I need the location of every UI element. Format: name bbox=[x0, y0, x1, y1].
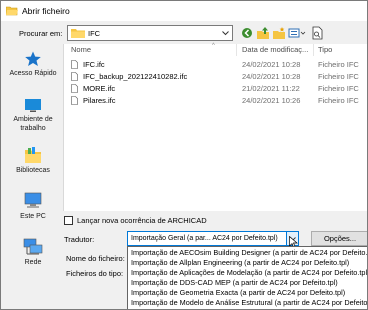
view-menu-icon[interactable] bbox=[288, 25, 306, 41]
file-name: Pilares.ifc bbox=[83, 96, 116, 105]
column-header-type[interactable]: Tipo bbox=[318, 45, 332, 54]
folder-icon bbox=[71, 29, 85, 38]
place-libraries[interactable]: Bibliotecas bbox=[4, 146, 62, 175]
column-header-date[interactable]: Data de modificaç... bbox=[242, 45, 308, 54]
place-label: Ambiente de trabalho bbox=[13, 116, 53, 132]
desktop-icon bbox=[25, 99, 41, 112]
places-bar: Acesso Rápido Ambiente de trabalho Bibli… bbox=[4, 45, 62, 282]
file-icon bbox=[71, 96, 78, 105]
place-quick-access[interactable]: Acesso Rápido bbox=[4, 51, 62, 78]
dropdown-item[interactable]: Importação de DDS-CAD MEP (a partir de A… bbox=[131, 278, 338, 287]
place-network[interactable]: Rede bbox=[4, 238, 62, 267]
file-row[interactable]: Pilares.ifc 24/02/2021 10:26 Ficheiro IF… bbox=[64, 95, 367, 106]
launch-new-instance-checkbox[interactable] bbox=[64, 216, 73, 225]
place-label: Bibliotecas bbox=[16, 167, 50, 174]
file-type: Ficheiro IFC bbox=[318, 60, 359, 69]
launch-new-instance-label: Lançar nova ocorrência de ARCHICAD bbox=[77, 216, 207, 225]
translator-dropdown-list[interactable]: Importação de AECOsim Building Designer … bbox=[127, 246, 367, 309]
up-folder-icon[interactable] bbox=[256, 25, 270, 41]
file-row[interactable]: MORE.ifc 21/02/2021 11:22 Ficheiro IFC bbox=[64, 83, 367, 94]
look-in-value: IFC bbox=[88, 29, 101, 38]
place-label: Rede bbox=[24, 259, 42, 266]
star-icon bbox=[25, 51, 41, 66]
place-label: Este PC bbox=[20, 213, 46, 220]
translator-value: Importação Geral (a par... AC24 por Defe… bbox=[131, 235, 278, 242]
file-row[interactable]: IFC.ifc 24/02/2021 10:28 Ficheiro IFC bbox=[64, 59, 367, 70]
network-icon bbox=[23, 238, 43, 255]
column-separator[interactable] bbox=[236, 44, 237, 56]
dropdown-item[interactable]: Importação de Allplan Engineering (a par… bbox=[131, 258, 349, 267]
back-icon[interactable] bbox=[240, 25, 254, 41]
file-type: Ficheiro IFC bbox=[318, 84, 359, 93]
computer-icon bbox=[24, 192, 42, 208]
file-date: 21/02/2021 11:22 bbox=[242, 84, 300, 93]
new-folder-icon[interactable] bbox=[272, 25, 286, 41]
file-icon bbox=[71, 60, 78, 69]
open-file-dialog: Abrir ficheiro Procurar em: IFC Acesso R… bbox=[0, 0, 368, 310]
file-list[interactable]: ^ Nome Data de modificaç... Tipo IFC.ifc… bbox=[63, 43, 367, 211]
dropdown-item[interactable]: Importação de Modelo de Análise Estrutur… bbox=[131, 298, 367, 307]
file-type-label: Ficheiros do tipo: bbox=[66, 269, 124, 278]
file-name-label: Nome do ficheiro: bbox=[66, 254, 125, 263]
place-this-pc[interactable]: Este PC bbox=[4, 192, 62, 221]
file-icon bbox=[71, 84, 78, 93]
place-label: Acesso Rápido bbox=[9, 70, 57, 77]
place-desktop[interactable]: Ambiente de trabalho bbox=[4, 97, 62, 133]
window-title: Abrir ficheiro bbox=[22, 6, 70, 16]
chevron-down-icon bbox=[222, 31, 229, 36]
dropdown-item[interactable]: Importação de AECOsim Building Designer … bbox=[131, 248, 367, 257]
dropdown-item[interactable]: Importação de Geometria Exacta (a partir… bbox=[131, 288, 345, 297]
file-type: Ficheiro IFC bbox=[318, 96, 359, 105]
file-name: IFC.ifc bbox=[83, 60, 105, 69]
folder-open-icon bbox=[6, 6, 18, 16]
dropdown-item[interactable]: Importação de Aplicações de Modelação (a… bbox=[131, 268, 367, 277]
translator-label: Tradutor: bbox=[64, 235, 95, 244]
look-in-combobox[interactable]: IFC bbox=[67, 25, 233, 41]
file-name: IFC_backup_202122410282.ifc bbox=[83, 72, 188, 81]
sort-up-icon: ^ bbox=[212, 43, 215, 49]
column-separator[interactable] bbox=[313, 44, 314, 56]
file-date: 24/02/2021 10:28 bbox=[242, 60, 301, 69]
translator-combobox[interactable]: Importação Geral (a par... AC24 por Defe… bbox=[127, 231, 299, 246]
preview-pane-icon[interactable] bbox=[310, 25, 324, 41]
file-date: 24/02/2021 10:28 bbox=[242, 72, 301, 81]
file-name: MORE.ifc bbox=[83, 84, 116, 93]
column-header-name[interactable]: Nome bbox=[71, 45, 91, 54]
libraries-icon bbox=[25, 147, 41, 163]
options-button[interactable]: Opções... bbox=[311, 231, 367, 246]
title-bar: Abrir ficheiro bbox=[1, 1, 367, 21]
file-row[interactable]: IFC_backup_202122410282.ifc 24/02/2021 1… bbox=[64, 71, 367, 82]
file-icon bbox=[71, 72, 78, 81]
file-date: 24/02/2021 10:26 bbox=[242, 96, 301, 105]
file-type: Ficheiro IFC bbox=[318, 72, 359, 81]
look-in-label: Procurar em: bbox=[19, 29, 63, 38]
